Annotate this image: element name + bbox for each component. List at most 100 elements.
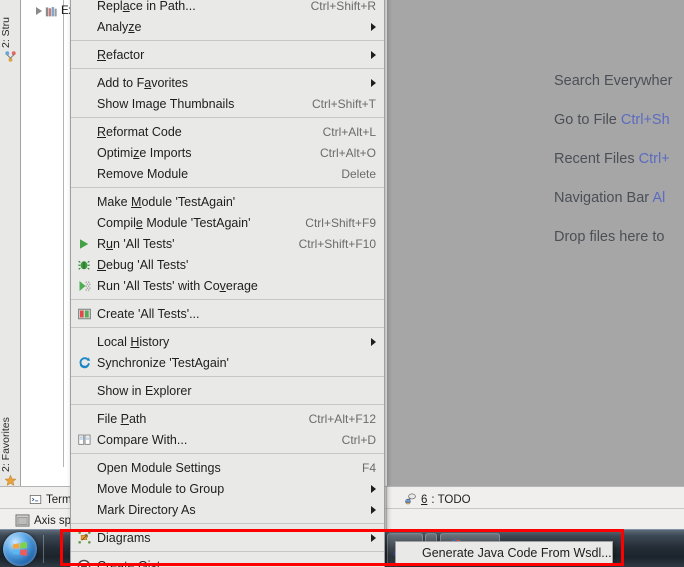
menu-item-local-history[interactable]: Local History [71, 331, 384, 352]
menu-item-label: Generate Java Code From Wsdl... [422, 546, 612, 560]
screenshot-root: Search Everywher Go to File Ctrl+Sh Rece… [0, 0, 684, 567]
hint-row: Drop files here to [554, 218, 684, 257]
tool-button-terminal-label: Term [46, 493, 72, 506]
menu-item-icon-slot [71, 478, 97, 499]
coverage-icon [79, 280, 90, 291]
hint-shortcut: Ctrl+Sh [620, 112, 670, 128]
menu-item-icon-slot [71, 212, 97, 233]
menu-item-replace-in-path[interactable]: Replace in Path... Ctrl+Shift+R [71, 0, 384, 16]
hint-text: Go to File [554, 112, 621, 128]
menu-item-add-to-favorites[interactable]: Add to Favorites [71, 72, 384, 93]
submenu-webservices[interactable]: Generate Java Code From Wsdl... [395, 541, 613, 565]
sidebar-tab-structure[interactable]: 2: Stru [0, 2, 21, 48]
menu-item-make-module[interactable]: Make Module 'TestAgain' [71, 191, 384, 212]
menu-item-label: Run 'All Tests' with Coverage [97, 278, 258, 293]
menu-item-reformat-code[interactable]: Reformat Code Ctrl+Alt+L [71, 121, 384, 142]
hint-row: Recent Files Ctrl+ [554, 140, 684, 179]
submenu-arrow-icon [371, 337, 376, 346]
taskbar-divider [43, 535, 44, 563]
hint-row: Go to File Ctrl+Sh [554, 101, 684, 140]
menu-item-show-image-thumbnails[interactable]: Show Image Thumbnails Ctrl+Shift+T [71, 93, 384, 114]
menu-separator [71, 523, 384, 524]
menu-item-shortcut: Ctrl+D [341, 432, 376, 447]
menu-item-show-in-explorer[interactable]: Show in Explorer [71, 380, 384, 401]
project-tree-pane[interactable]: Ex [22, 0, 74, 467]
menu-item-shortcut: Delete [341, 166, 376, 181]
menu-item-analyze[interactable]: Analyze [71, 16, 384, 37]
menu-item-icon-slot [71, 331, 97, 352]
menu-separator [71, 299, 384, 300]
chevron-right-icon[interactable] [36, 7, 42, 15]
menu-item-mark-directory-as[interactable]: Mark Directory As [71, 499, 384, 520]
menu-separator [71, 453, 384, 454]
diagrams-icon [78, 531, 90, 544]
menu-item-icon-slot [71, 191, 97, 212]
menu-item-move-module-to-group[interactable]: Move Module to Group [71, 478, 384, 499]
menu-item-label: Compile Module 'TestAgain' [97, 215, 251, 230]
menu-item-label: Remove Module [97, 166, 189, 181]
menu-item-label: Add to Favorites [97, 75, 189, 90]
menu-item-create-all-tests[interactable]: Create 'All Tests'... [71, 303, 384, 324]
menu-item-icon-slot [71, 93, 97, 114]
hint-row: Navigation Bar Al [554, 179, 684, 218]
tool-button-terminal[interactable]: Term [26, 492, 75, 507]
editor-area[interactable]: Search Everywher Go to File Ctrl+Sh Rece… [387, 0, 684, 486]
menu-item-icon-slot [71, 380, 97, 401]
menu-item-label: Move Module to Group [97, 481, 225, 496]
submenu-arrow-icon [371, 78, 376, 87]
menu-item-label: Diagrams [97, 530, 151, 545]
menu-item-diagrams[interactable]: Diagrams [71, 527, 384, 548]
submenu-arrow-icon [371, 505, 376, 514]
menu-item-shortcut: Ctrl+Alt+O [319, 145, 376, 160]
sidebar-tab-favorites[interactable]: 2: Favorites [0, 402, 21, 472]
menu-item-label: Run 'All Tests' [97, 236, 175, 251]
tool-button-todo[interactable]: 6: TODO [400, 492, 474, 507]
create-config-icon [77, 308, 91, 319]
submenu-arrow-icon [371, 50, 376, 59]
menu-item-label: Open Module Settings [97, 460, 221, 475]
menu-item-synchronize[interactable]: Synchronize 'TestAgain' [71, 352, 384, 373]
menu-item-icon-slot [71, 457, 97, 478]
menu-separator [71, 327, 384, 328]
submenu-arrow-icon [371, 484, 376, 493]
menu-item-run-with-coverage[interactable]: Run 'All Tests' with Coverage [71, 275, 384, 296]
menu-item-icon-slot [71, 499, 97, 520]
menu-item-label: Reformat Code [97, 124, 182, 139]
menu-item-file-path[interactable]: File Path Ctrl+Alt+F12 [71, 408, 384, 429]
menu-item-icon-slot [71, 121, 97, 142]
menu-item-open-module-settings[interactable]: Open Module Settings F4 [71, 457, 384, 478]
menu-separator [71, 404, 384, 405]
menu-separator [71, 117, 384, 118]
menu-item-icon-slot [71, 429, 97, 450]
menu-item-label: Local History [97, 334, 170, 349]
submenu-arrow-icon [371, 22, 376, 31]
start-button[interactable] [3, 532, 37, 566]
menu-item-debug-all-tests[interactable]: Debug 'All Tests' [71, 254, 384, 275]
menu-item-create-gist[interactable]: Create Gist... [71, 555, 384, 567]
menu-item-optimize-imports[interactable]: Optimize Imports Ctrl+Alt+O [71, 142, 384, 163]
menu-item-generate-java-code-from-wsdl[interactable]: Generate Java Code From Wsdl... [396, 542, 612, 564]
menu-item-shortcut: Ctrl+Shift+T [311, 96, 376, 111]
menu-item-label: Replace in Path... [97, 0, 196, 13]
hint-row: Search Everywher [554, 62, 684, 101]
menu-item-icon-slot [71, 44, 97, 65]
project-tree-node[interactable]: Ex [22, 2, 74, 20]
menu-item-icon-slot [71, 275, 97, 296]
menu-item-icon-slot [71, 408, 97, 429]
context-menu[interactable]: Replace in Path... Ctrl+Shift+R Analyze … [70, 0, 385, 567]
left-tool-stripe: 2: Stru 2: Favorites [0, 0, 21, 486]
submenu-arrow-icon [371, 533, 376, 542]
menu-item-icon-slot [71, 527, 97, 548]
menu-item-icon-slot [71, 555, 97, 567]
menu-item-icon-slot [71, 0, 97, 16]
menu-item-shortcut: Ctrl+Shift+F9 [305, 215, 376, 230]
menu-item-compare-with[interactable]: Compare With... Ctrl+D [71, 429, 384, 450]
menu-item-refactor[interactable]: Refactor [71, 44, 384, 65]
menu-item-remove-module[interactable]: Remove Module Delete [71, 163, 384, 184]
menu-separator [71, 376, 384, 377]
menu-item-label: Mark Directory As [97, 502, 196, 517]
menu-item-label: Show in Explorer [97, 383, 192, 398]
menu-item-run-all-tests[interactable]: Run 'All Tests' Ctrl+Shift+F10 [71, 233, 384, 254]
menu-item-compile-module[interactable]: Compile Module 'TestAgain' Ctrl+Shift+F9 [71, 212, 384, 233]
hint-shortcut: Ctrl+ [638, 151, 670, 167]
